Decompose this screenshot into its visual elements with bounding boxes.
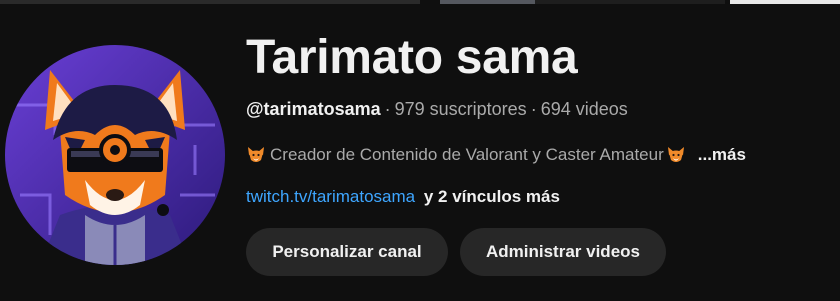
fox-face-icon bbox=[666, 145, 686, 165]
description-more-button[interactable]: ...más bbox=[698, 145, 746, 165]
manage-videos-button[interactable]: Administrar videos bbox=[460, 228, 666, 276]
fox-avatar-icon bbox=[5, 45, 225, 265]
more-links-button[interactable]: y 2 vínculos más bbox=[424, 187, 560, 206]
channel-description[interactable]: Creador de Contenido de Valorant y Caste… bbox=[246, 145, 746, 165]
channel-links: twitch.tv/tarimatosama y 2 vínculos más bbox=[246, 187, 560, 207]
channel-meta: @tarimatosama · 979 suscriptores · 694 video… bbox=[246, 99, 628, 120]
meta-separator: · bbox=[384, 99, 391, 119]
twitch-link[interactable]: twitch.tv/tarimatosama bbox=[246, 187, 415, 206]
meta-separator: · bbox=[530, 99, 537, 119]
customize-channel-button[interactable]: Personalizar canal bbox=[246, 228, 448, 276]
channel-name: Tarimato sama bbox=[246, 31, 578, 84]
video-count: 694 videos bbox=[540, 99, 628, 119]
channel-handle[interactable]: @tarimatosama bbox=[246, 99, 381, 119]
banner-bottom-edge bbox=[0, 0, 840, 4]
description-text: Creador de Contenido de Valorant y Caste… bbox=[270, 145, 664, 164]
channel-avatar[interactable] bbox=[5, 45, 225, 265]
fox-face-icon bbox=[246, 145, 266, 165]
subscriber-count: 979 suscriptores bbox=[394, 99, 527, 119]
